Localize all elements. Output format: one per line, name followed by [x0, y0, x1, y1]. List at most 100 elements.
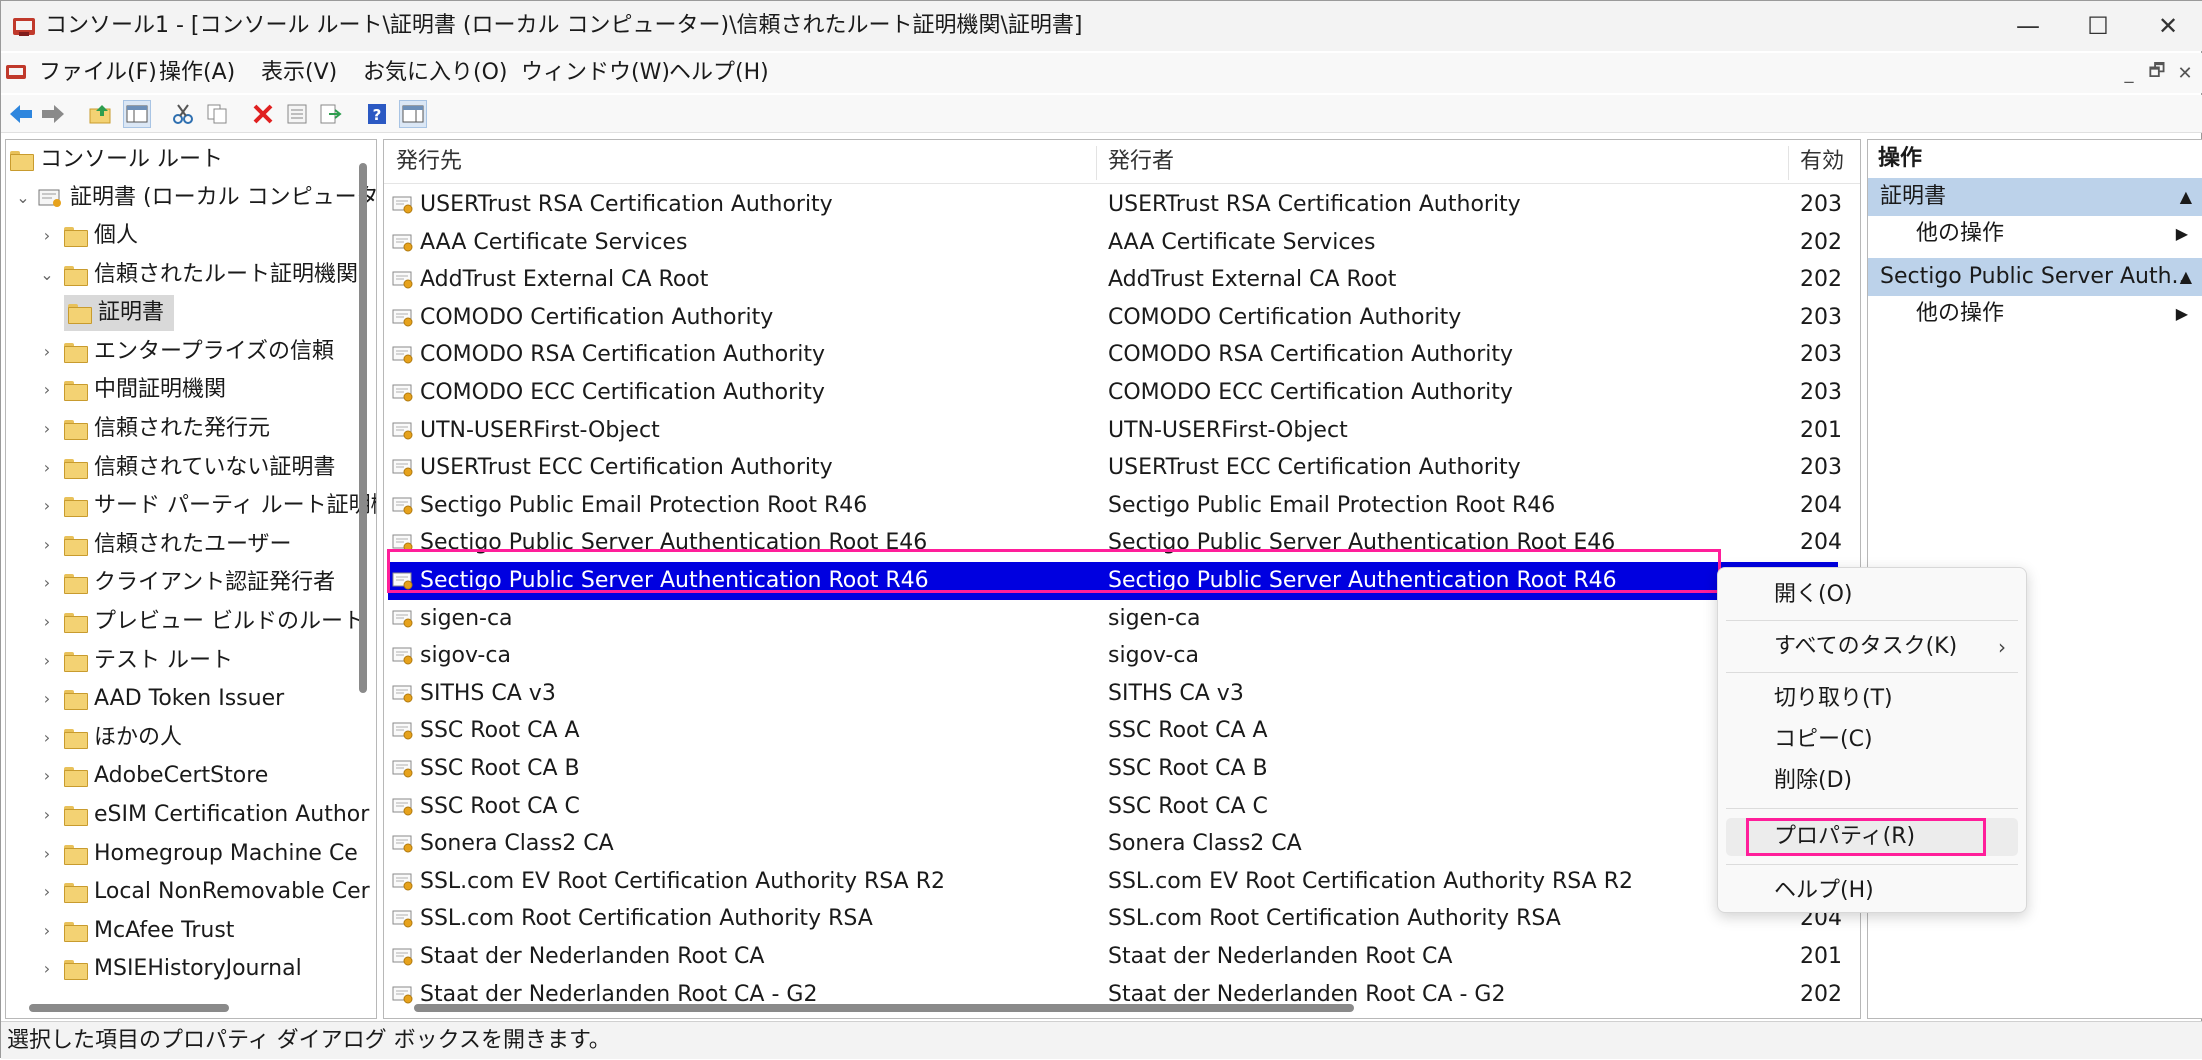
back-arrow-icon[interactable]	[7, 100, 35, 128]
delete-icon[interactable]	[249, 100, 277, 128]
forward-arrow-icon[interactable]	[39, 100, 67, 128]
actions-section-selected-cert[interactable]: Sectigo Public Server Auth... ▲	[1868, 258, 2202, 296]
table-row[interactable]: SITHS CA v3 SITHS CA v3	[384, 675, 1860, 713]
chevron-right-icon[interactable]: ›	[36, 874, 58, 910]
chevron-right-icon[interactable]: ›	[36, 527, 58, 563]
table-row[interactable]: Sectigo Public Email Protection Root R46…	[384, 487, 1860, 525]
column-divider[interactable]	[1096, 146, 1097, 180]
table-row[interactable]: USERTrust ECC Certification Authority USE…	[384, 449, 1860, 487]
table-row[interactable]: SSL.com EV Root Certification Authority …	[384, 863, 1860, 901]
table-row[interactable]: SSC Root CA C SSC Root CA C	[384, 788, 1860, 826]
tree-vertical-scrollbar[interactable]	[359, 163, 367, 693]
maximize-button[interactable]: ☐	[2063, 1, 2133, 51]
tree-item[interactable]: › Homegroup Machine Ce	[36, 836, 358, 872]
context-delete[interactable]: 削除(D)	[1774, 764, 1852, 798]
menu-file[interactable]: ファイル(F)	[39, 53, 157, 93]
column-divider[interactable]	[1788, 146, 1789, 180]
close-button[interactable]: ✕	[2133, 1, 2202, 51]
tree-item[interactable]: › AAD Token Issuer	[36, 681, 284, 717]
tree-horizontal-scrollbar[interactable]	[29, 1004, 229, 1012]
chevron-right-icon[interactable]: ›	[36, 720, 58, 756]
tree-item[interactable]: › McAfee Trust	[36, 913, 235, 949]
tree-item[interactable]: › プレビュー ビルドのルート	[36, 604, 365, 640]
tree-item[interactable]: › クライアント認証発行者	[36, 565, 335, 601]
tree-item-certificates-store[interactable]: ⌄ 証明書 (ローカル コンピューター)	[12, 180, 376, 216]
tree-item[interactable]: › 信頼されたユーザー	[36, 527, 292, 563]
table-row[interactable]: USERTrust RSA Certification Authority USE…	[384, 186, 1860, 224]
table-row[interactable]: sigov-ca sigov-ca	[384, 637, 1860, 675]
export-icon[interactable]	[317, 100, 345, 128]
up-folder-icon[interactable]	[87, 100, 115, 128]
tree-item[interactable]: › MSIEHistoryJournal	[36, 951, 302, 987]
chevron-right-icon[interactable]: ›	[36, 450, 58, 486]
column-header-expiration[interactable]: 有効	[1800, 140, 1844, 184]
actions-more-actions-1[interactable]: 他の操作	[1916, 216, 2004, 252]
menu-help[interactable]: ヘルプ(H)	[669, 53, 769, 93]
context-cut[interactable]: 切り取り(T)	[1774, 682, 1893, 716]
cut-icon[interactable]	[169, 100, 197, 128]
table-row[interactable]: COMODO Certification Authority COMODO Cer…	[384, 299, 1860, 337]
collapse-triangle-icon[interactable]: ▲	[2180, 258, 2192, 296]
minimize-button[interactable]: —	[1993, 1, 2063, 51]
context-copy[interactable]: コピー(C)	[1774, 723, 1873, 757]
chevron-right-icon[interactable]: ›	[36, 758, 58, 794]
chevron-right-icon[interactable]: ›	[36, 218, 58, 254]
table-row[interactable]: SSC Root CA B SSC Root CA B	[384, 750, 1860, 788]
chevron-down-icon[interactable]: ⌄	[36, 257, 58, 293]
actions-section-certificates[interactable]: 証明書 ▲	[1868, 178, 2202, 216]
table-row[interactable]: COMODO ECC Certification Authority COMODO…	[384, 374, 1860, 412]
list-horizontal-scrollbar[interactable]	[414, 1004, 1354, 1012]
actions-more-actions-2[interactable]: 他の操作	[1916, 296, 2004, 332]
menu-view[interactable]: 表示(V)	[261, 53, 337, 93]
menu-window[interactable]: ウィンドウ(W)	[521, 53, 670, 93]
table-row[interactable]: COMODO RSA Certification Authority COMODO…	[384, 336, 1860, 374]
mdi-minimize-button[interactable]: _	[2115, 63, 2143, 84]
table-row[interactable]: Staat der Nederlanden Root CA Staat der N…	[384, 938, 1860, 976]
chevron-right-icon[interactable]: ›	[36, 565, 58, 601]
chevron-right-icon[interactable]: ›	[36, 913, 58, 949]
tree-item[interactable]: ⌄ 信頼されたルート証明機関	[36, 257, 358, 293]
tree-item[interactable]: › サード パーティ ルート証明機	[36, 488, 376, 524]
table-row[interactable]: Sonera Class2 CA Sonera Class2 CA	[384, 825, 1860, 863]
tree-item[interactable]: › 中間証明機関	[36, 372, 226, 408]
table-row[interactable]: SSL.com Root Certification Authority RSA…	[384, 900, 1860, 938]
properties-icon[interactable]	[283, 100, 311, 128]
table-row[interactable]: UTN-USERFirst-Object UTN-USERFirst-Object…	[384, 412, 1860, 450]
table-row[interactable]: AddTrust External CA Root AddTrust Extern…	[384, 261, 1860, 299]
tree-item[interactable]: › 信頼されていない証明書	[36, 450, 336, 486]
table-row[interactable]: sigen-ca sigen-ca	[384, 600, 1860, 638]
table-row[interactable]: AAA Certificate Services AAA Certificate …	[384, 224, 1860, 262]
chevron-down-icon[interactable]: ⌄	[12, 180, 34, 216]
context-open[interactable]: 開く(O)	[1774, 578, 1852, 612]
chevron-right-icon[interactable]: ›	[36, 604, 58, 640]
chevron-right-icon[interactable]: ›	[36, 951, 58, 987]
tree-item-console-root[interactable]: コンソール ルート	[10, 142, 223, 178]
tree-item[interactable]: › AdobeCertStore	[36, 758, 269, 794]
tree-item[interactable]: › エンタープライズの信頼	[36, 334, 334, 370]
tree-item[interactable]: › 信頼された発行元	[36, 411, 270, 447]
action-pane-icon[interactable]	[399, 100, 427, 128]
mdi-restore-button[interactable]: 🗗	[2143, 58, 2171, 88]
tree-item[interactable]: › Local NonRemovable Cer	[36, 874, 370, 910]
context-all-tasks[interactable]: すべてのタスク(K)	[1774, 630, 1957, 664]
column-header-issued-to[interactable]: 発行先	[396, 140, 462, 184]
menu-action[interactable]: 操作(A)	[159, 53, 235, 93]
show-hide-tree-icon[interactable]	[123, 100, 151, 128]
table-row[interactable]: SSC Root CA A SSC Root CA A	[384, 712, 1860, 750]
tree-item[interactable]: › ほかの人	[36, 720, 182, 756]
tree-item[interactable]: 証明書	[64, 295, 175, 332]
tree-item[interactable]: › テスト ルート	[36, 643, 233, 679]
context-help[interactable]: ヘルプ(H)	[1774, 874, 1874, 908]
mmc-menu-icon[interactable]	[5, 61, 27, 83]
tree-item[interactable]: › 個人	[36, 218, 138, 254]
copy-icon[interactable]	[203, 100, 231, 128]
chevron-right-icon[interactable]: ›	[36, 372, 58, 408]
chevron-right-icon[interactable]: ›	[36, 643, 58, 679]
column-header-issued-by[interactable]: 発行者	[1108, 140, 1174, 184]
menu-favorites[interactable]: お気に入り(O)	[363, 53, 507, 93]
collapse-triangle-icon[interactable]: ▲	[2180, 178, 2192, 216]
tree-item[interactable]: › eSIM Certification Author	[36, 797, 369, 833]
chevron-right-icon[interactable]: ›	[36, 334, 58, 370]
chevron-right-icon[interactable]: ›	[36, 488, 58, 524]
mdi-close-button[interactable]: ✕	[2171, 63, 2199, 84]
